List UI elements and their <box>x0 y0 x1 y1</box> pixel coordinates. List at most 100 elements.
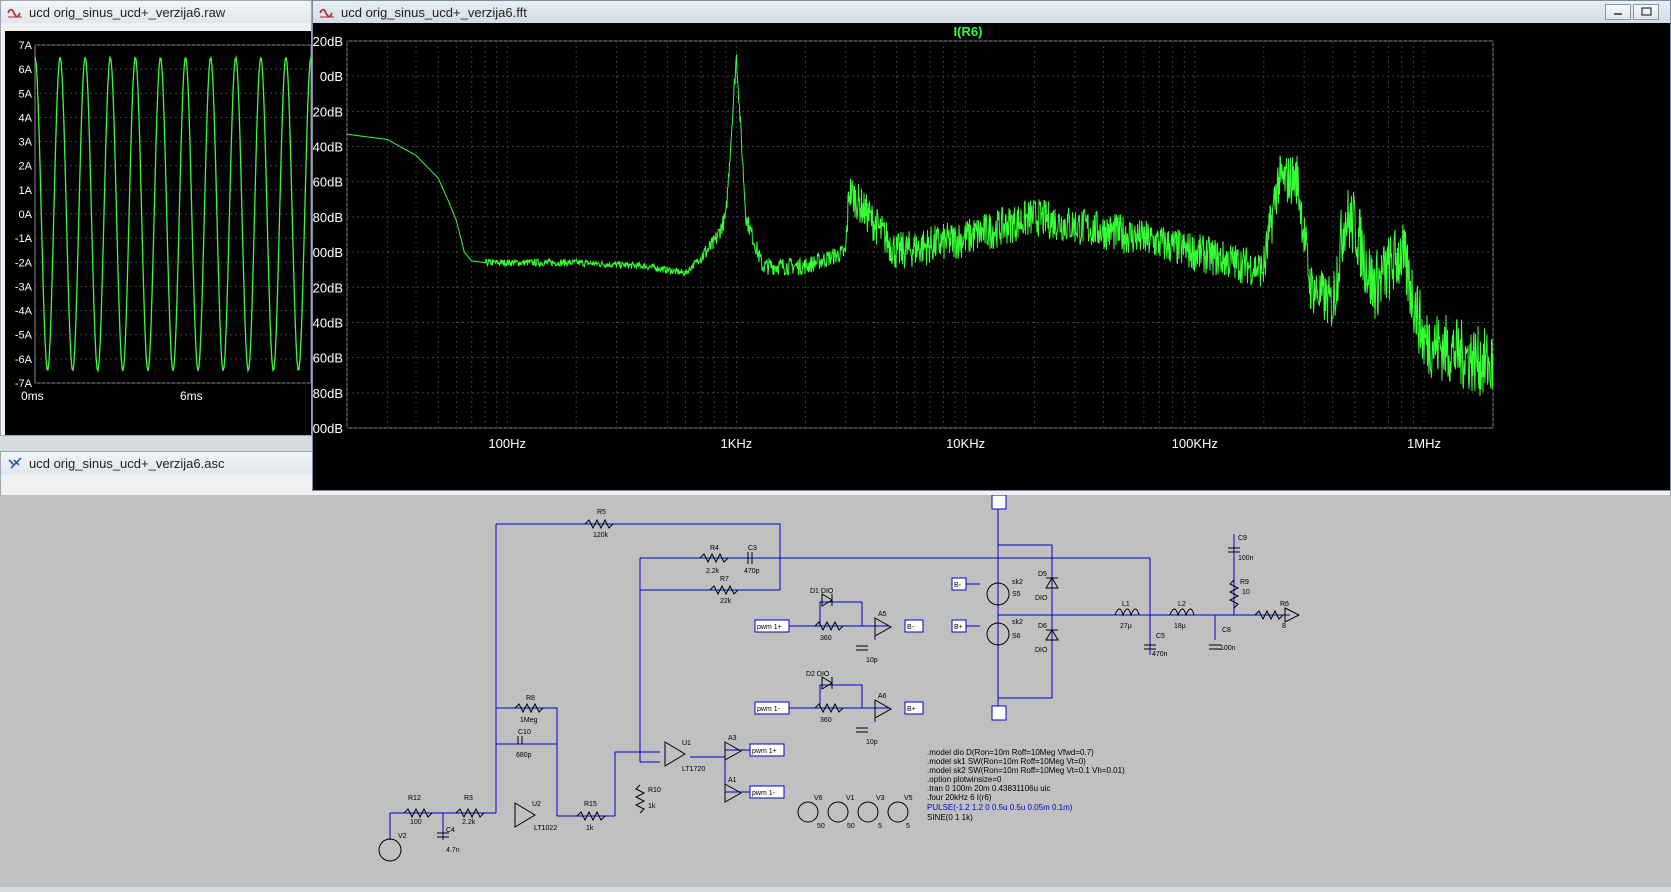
y-tick-label: -180dB <box>313 386 343 401</box>
svg-text:.model dio D(Ron=10m Roff=10Me: .model dio D(Ron=10m Roff=10Meg Vfwd=0.7… <box>927 748 1094 757</box>
svg-text:50: 50 <box>847 823 855 830</box>
svg-text:.option plotwinsize=0: .option plotwinsize=0 <box>927 775 1002 784</box>
plot-frame <box>346 40 1494 429</box>
svg-text:C5: C5 <box>1156 633 1165 640</box>
x-tick-label: 100Hz <box>488 436 526 451</box>
minimize-icon <box>1614 13 1622 15</box>
svg-text:U2: U2 <box>532 801 541 808</box>
y-tick-label: -140dB <box>313 315 343 330</box>
svg-text:V6: V6 <box>814 795 823 802</box>
svg-text:10p: 10p <box>866 739 878 746</box>
y-tick-label: 7A <box>19 40 33 52</box>
svg-text:LT1022: LT1022 <box>534 825 557 832</box>
svg-text:22k: 22k <box>720 598 732 605</box>
y-tick-label: -160dB <box>313 351 343 366</box>
svg-text:D1 DIO: D1 DIO <box>810 588 834 595</box>
svg-text:50: 50 <box>817 823 825 830</box>
fft-trace <box>346 54 1494 397</box>
svg-text:8: 8 <box>1282 623 1286 630</box>
svg-text:B+: B+ <box>907 706 916 713</box>
svg-text:10p: 10p <box>866 657 878 664</box>
y-tick-label: 4A <box>19 112 33 124</box>
svg-text:1k: 1k <box>586 825 594 832</box>
y-tick-label: -40dB <box>313 140 343 155</box>
maximize-button[interactable] <box>1633 4 1659 20</box>
schematic-icon <box>8 457 22 469</box>
x-tick-label: 100KHz <box>1172 436 1218 451</box>
y-tick-label: -6A <box>15 354 33 366</box>
x-tick-label: 1MHz <box>1407 436 1441 451</box>
raw-window[interactable]: ucd orig_sinus_ucd+_verzija6.raw 7A 6A 5A 4… <box>0 0 312 436</box>
y-tick-label: -2A <box>15 257 33 269</box>
svg-text:100n: 100n <box>1220 645 1236 652</box>
y-tick-label: 3A <box>19 137 33 149</box>
svg-text:L2: L2 <box>1178 601 1186 608</box>
svg-text:18µ: 18µ <box>1174 623 1186 630</box>
svg-text:C8: C8 <box>1222 627 1231 634</box>
svg-text:DIO: DIO <box>1035 595 1048 602</box>
waveform-icon <box>7 8 22 18</box>
y-tick-label: -5A <box>15 330 33 342</box>
schematic-canvas[interactable]: R5 120k R4 2.2k C3 470p R7 22k D1 DIO A5 360 1… <box>0 494 1671 887</box>
fft-plot: 20dB 0dB -20dB -40dB -60dB -80dB -100dB -120dB -… <box>301 24 1494 451</box>
svg-text:S5: S5 <box>1012 591 1021 598</box>
svg-text:A1: A1 <box>728 777 737 784</box>
svg-text:pwm 1-: pwm 1- <box>752 790 776 797</box>
raw-window-title: ucd orig_sinus_ucd+_verzija6.raw <box>29 4 226 20</box>
svg-text:D6: D6 <box>1038 623 1047 630</box>
y-tick-label: 0dB <box>320 69 343 84</box>
waveform-icon <box>319 8 334 18</box>
minimize-button[interactable] <box>1605 4 1631 20</box>
svg-text:R4: R4 <box>710 545 719 552</box>
svg-text:pwm 1+: pwm 1+ <box>752 748 777 755</box>
raw-plot-area[interactable]: 7A 6A 5A 4A 3A 2A 1A 0A -1A -2A -3A -4A -5A -6A -7A 0ms… <box>5 31 312 435</box>
y-tick-label: -120dB <box>313 280 343 295</box>
svg-text:360: 360 <box>820 717 832 724</box>
svg-text:pwm 1+: pwm 1+ <box>757 624 782 631</box>
svg-text:LT1720: LT1720 <box>682 766 705 773</box>
svg-text:R7: R7 <box>720 576 729 583</box>
svg-text:C3: C3 <box>748 545 757 552</box>
svg-text:R15: R15 <box>584 801 597 808</box>
svg-text:L1: L1 <box>1122 601 1130 608</box>
fft-titlebar[interactable]: ucd orig_sinus_ucd+_verzija6.fft <box>313 1 1670 23</box>
svg-text:D5: D5 <box>1038 571 1047 578</box>
fft-plot-area[interactable]: 20dB 0dB -20dB -40dB -60dB -80dB -100dB -120dB -… <box>301 23 1670 490</box>
svg-text:10: 10 <box>1242 589 1250 596</box>
fft-window-title: ucd orig_sinus_ucd+_verzija6.fft <box>341 4 527 20</box>
svg-text:U1: U1 <box>682 740 691 747</box>
svg-text:1Meg: 1Meg <box>520 717 538 724</box>
svg-text:V1: V1 <box>846 795 855 802</box>
schematic-drawing: R5 120k R4 2.2k C3 470p R7 22k D1 DIO A5 360 1… <box>378 494 1301 862</box>
fft-window[interactable]: ucd orig_sinus_ucd+_verzija6.fft 20dB 0dB… <box>301 0 1671 491</box>
svg-text:470n: 470n <box>1152 651 1168 658</box>
svg-text:1k: 1k <box>648 803 656 810</box>
maximize-icon <box>1641 7 1652 16</box>
y-tick-label: -80dB <box>313 210 343 225</box>
y-tick-label: -100dB <box>313 245 343 260</box>
svg-text:.tran 0 100m 20m 0.43831106u u: .tran 0 100m 20m 0.43831106u uic <box>927 784 1051 793</box>
svg-text:B-: B- <box>907 624 915 631</box>
svg-text:.model sk2 SW(Ron=10m Roff=10M: .model sk2 SW(Ron=10m Roff=10Meg Vt=0.1 … <box>927 766 1125 775</box>
svg-text:100: 100 <box>410 819 422 826</box>
svg-text:R8: R8 <box>526 695 535 702</box>
trace-label: I(R6) <box>954 24 983 39</box>
svg-text:V5: V5 <box>904 795 913 802</box>
svg-text:27µ: 27µ <box>1120 623 1132 630</box>
svg-text:2.2k: 2.2k <box>706 568 720 575</box>
y-tick-label: -60dB <box>313 175 343 190</box>
svg-text:S6: S6 <box>1012 633 1021 640</box>
svg-text:sk2: sk2 <box>1012 619 1023 626</box>
raw-titlebar[interactable]: ucd orig_sinus_ucd+_verzija6.raw <box>1 1 311 23</box>
svg-text:360: 360 <box>820 635 832 642</box>
svg-text:.four 20kHz 6 I(r6): .four 20kHz 6 I(r6) <box>927 793 992 802</box>
svg-text:5: 5 <box>878 823 882 830</box>
svg-text:5: 5 <box>906 823 910 830</box>
svg-text:C9: C9 <box>1238 535 1247 542</box>
svg-text:B+: B+ <box>954 624 963 631</box>
y-tick-label: -4A <box>15 306 33 318</box>
svg-text:V3: V3 <box>876 795 885 802</box>
svg-text:sk2: sk2 <box>1012 579 1023 586</box>
svg-text:A6: A6 <box>878 693 887 700</box>
svg-text:C4: C4 <box>446 827 455 834</box>
